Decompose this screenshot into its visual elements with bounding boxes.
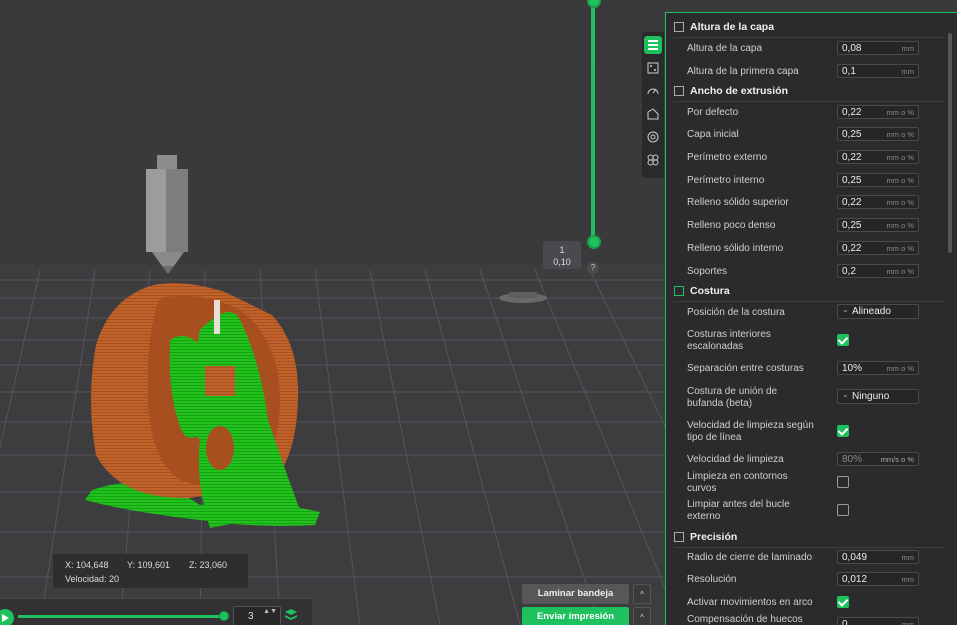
- section-title: Altura de la capa: [690, 21, 775, 33]
- layers-tab-icon[interactable]: [644, 36, 662, 54]
- play-icon[interactable]: [0, 609, 14, 625]
- help-icon[interactable]: ?: [587, 262, 599, 274]
- width-initial-label: Capa inicial: [687, 129, 739, 140]
- coord-y: Y: 109,601: [127, 560, 171, 570]
- slice-options-caret[interactable]: ^: [633, 584, 651, 604]
- width-internal-solid-field[interactable]: 0,22 mm o %: [837, 241, 919, 255]
- width-sparse-infill-label: Relleno poco denso: [687, 220, 776, 231]
- send-print-button[interactable]: Enviar impresión: [522, 607, 629, 625]
- width-outer-wall-label: Perímetro externo: [687, 152, 768, 163]
- staggered-seams-checkbox[interactable]: [837, 334, 849, 346]
- layer-height-icon: [674, 22, 684, 32]
- section-extrusion-width: Ancho de extrusión: [674, 85, 788, 97]
- precision-icon: [674, 532, 684, 542]
- width-initial-field[interactable]: 0,25 mm o %: [837, 127, 919, 141]
- panel-scrollbar[interactable]: [948, 33, 952, 253]
- wipe-speed-by-type-label: Velocidad de limpieza según tipo de línea: [687, 420, 814, 443]
- width-internal-solid-label: Relleno sólido interno: [687, 243, 784, 254]
- speed-value: 20: [109, 574, 120, 584]
- first-layer-height-label: Altura de la primera capa: [687, 66, 799, 77]
- support-tab-icon[interactable]: [644, 105, 662, 123]
- hole-compensation-label: Compensación de huecos: [687, 614, 803, 625]
- slice-closing-radius-field[interactable]: 0,049 mm: [837, 550, 919, 564]
- layer-height-field[interactable]: 0,08 mm: [837, 41, 919, 55]
- extrusion-width-icon: [674, 86, 684, 96]
- send-options-caret[interactable]: ^: [633, 607, 651, 625]
- section-title: Precisión: [690, 531, 738, 543]
- spinner-arrows-icon[interactable]: ▲▼: [263, 608, 277, 616]
- first-layer-height-field[interactable]: 0,1 mm: [837, 64, 919, 78]
- grid-tab-icon[interactable]: [644, 59, 662, 77]
- move-step-value: 3: [248, 611, 254, 622]
- layers-stack-icon[interactable]: [284, 608, 298, 622]
- arc-fitting-label: Activar movimientos en arco: [687, 597, 813, 608]
- build-plate-scene: [0, 155, 665, 625]
- wipe-before-loop-checkbox[interactable]: [837, 504, 849, 516]
- section-title: Costura: [690, 285, 730, 297]
- wipe-curved-checkbox[interactable]: [837, 476, 849, 488]
- 3d-viewport[interactable]: 1 0,10 ? X: 104,648 Y: 109,601 Z: 23,060…: [0, 0, 665, 625]
- settings-panel: Altura de la capa Altura de la capa 0,08…: [665, 12, 957, 625]
- width-support-field[interactable]: 0,2 mm o %: [837, 264, 919, 278]
- scarf-seam-label: Costura de unión de bufanda (beta): [687, 386, 778, 409]
- section-layer-height: Altura de la capa: [674, 21, 774, 33]
- width-inner-wall-field[interactable]: 0,25 mm o %: [837, 173, 919, 187]
- staggered-seams-label: Costuras interiores escalonadas: [687, 329, 771, 352]
- resolution-label: Resolución: [687, 574, 737, 585]
- nozzle: [146, 155, 188, 274]
- seam-gap-field[interactable]: 10% mm o %: [837, 361, 919, 375]
- layer-number: 1: [559, 245, 565, 255]
- resolution-field[interactable]: 0,012 mm: [837, 572, 919, 586]
- arc-fitting-checkbox[interactable]: [837, 596, 849, 608]
- width-top-surface-label: Relleno sólido superior: [687, 197, 789, 208]
- scarf-seam-select[interactable]: ⌄ Ninguno: [837, 389, 919, 404]
- slice-plate-button[interactable]: Laminar bandeja: [522, 584, 629, 604]
- width-sparse-infill-field[interactable]: 0,25 mm o %: [837, 218, 919, 232]
- section-seam: Costura: [674, 285, 730, 297]
- seam-position-select[interactable]: ⌄ Alineado: [837, 304, 919, 319]
- wipe-before-loop-label: Limpiar antes del bucle externo: [687, 499, 790, 522]
- view-toolbar: [642, 32, 664, 178]
- hole-compensation-field[interactable]: 0 mm: [837, 617, 919, 625]
- width-top-surface-field[interactable]: 0,22 mm o %: [837, 195, 919, 209]
- layer-height: 0,10: [553, 257, 571, 267]
- slice-closing-radius-label: Radio de cierre de laminado: [687, 552, 813, 563]
- move-slider-track[interactable]: [18, 615, 225, 618]
- coord-z: Z: 23,060: [189, 560, 228, 570]
- width-default-field[interactable]: 0,22 mm o %: [837, 105, 919, 119]
- layer-tooltip: 1 0,10: [543, 241, 581, 269]
- move-slider-handle[interactable]: [219, 611, 229, 621]
- seam-position-label: Posición de la costura: [687, 307, 785, 318]
- wipe-speed-field[interactable]: 80% mm/s o %: [837, 452, 919, 466]
- section-title: Ancho de extrusión: [690, 85, 789, 97]
- wipe-speed-by-type-checkbox[interactable]: [837, 425, 849, 437]
- coordinate-readout: X: 104,648 Y: 109,601 Z: 23,060 Velocida…: [53, 554, 248, 588]
- width-inner-wall-label: Perímetro interno: [687, 175, 765, 186]
- wipe-speed-label: Velocidad de limpieza: [687, 454, 784, 465]
- flower-tab-icon[interactable]: [644, 151, 662, 169]
- width-outer-wall-field[interactable]: 0,22 mm o %: [837, 150, 919, 164]
- section-precision: Precisión: [674, 531, 737, 543]
- layer-height-label: Altura de la capa: [687, 43, 763, 54]
- layer-slider-bottom-handle[interactable]: [587, 235, 601, 249]
- seam-icon: [674, 286, 684, 296]
- chevron-down-icon: ⌄: [842, 390, 849, 399]
- target-tab-icon[interactable]: [644, 128, 662, 146]
- coord-x: X: 104,648: [65, 560, 109, 570]
- speed-tab-icon[interactable]: [644, 82, 662, 100]
- move-step-spinner[interactable]: 3 ▲▼: [233, 606, 281, 625]
- width-default-label: Por defecto: [687, 107, 739, 118]
- layer-slider-track[interactable]: [591, 0, 595, 242]
- speed-label: Velocidad:: [65, 574, 107, 584]
- width-support-label: Soportes: [687, 266, 728, 277]
- wipe-curved-label: Limpieza en contornos curvos: [687, 471, 788, 494]
- chevron-down-icon: ⌄: [842, 305, 849, 314]
- seam-gap-label: Separación entre costuras: [687, 363, 804, 374]
